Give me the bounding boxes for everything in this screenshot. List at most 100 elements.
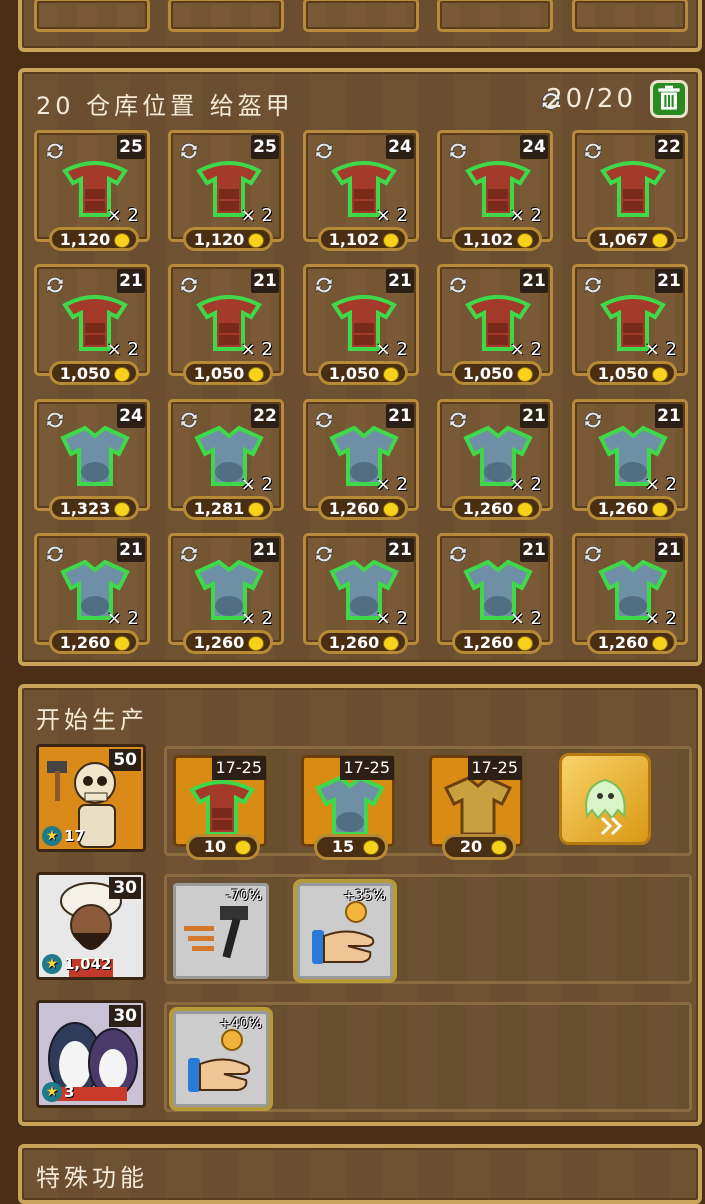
ghost-skip-button[interactable] <box>559 753 651 845</box>
price-value: 1,050 <box>462 364 514 383</box>
boost-percentage: +40% <box>219 1016 262 1032</box>
boost-card[interactable]: +35% <box>293 879 397 983</box>
previous-panel <box>18 0 702 52</box>
item-quantity: × 2 <box>106 608 139 629</box>
boost-card[interactable]: +40% <box>169 1007 273 1111</box>
price-value: 1,260 <box>462 499 514 518</box>
ghost-fast-forward-icon <box>585 778 626 836</box>
empty-slot[interactable] <box>168 0 284 32</box>
storage-slot[interactable]: 21 × 2 1,260 <box>303 399 419 520</box>
storage-slot[interactable]: 21 × 2 1,050 <box>437 264 553 385</box>
item-level: 21 <box>251 538 279 562</box>
sell-price[interactable]: 1,102 <box>318 227 408 251</box>
boost-card[interactable]: -70% <box>173 883 269 979</box>
storage-slot[interactable]: 21 × 2 1,260 <box>572 533 688 654</box>
sell-price[interactable]: 1,050 <box>318 361 408 385</box>
worker-stat-value: 3 <box>64 1083 75 1101</box>
sell-price[interactable]: 1,260 <box>452 496 542 520</box>
coin-icon <box>383 636 399 651</box>
worker-stat-value: 1,042 <box>64 955 112 973</box>
boost-track: +40% <box>164 1002 692 1112</box>
worker-level: 50 <box>109 749 141 771</box>
empty-slot[interactable] <box>303 0 419 32</box>
coin-icon <box>652 636 668 651</box>
price-value: 1,260 <box>462 633 514 652</box>
item-level: 22 <box>251 404 279 428</box>
star-icon: ★ <box>42 954 62 974</box>
storage-slot[interactable]: 21 × 2 1,050 <box>572 264 688 385</box>
sell-price[interactable]: 1,050 <box>452 361 542 385</box>
recipe-gold-armor[interactable]: 17-25 20 <box>429 755 523 860</box>
recipe-leather-armor[interactable]: 17-25 10 <box>173 755 267 860</box>
recipe-steel-armor[interactable]: 17-25 15 <box>301 755 395 860</box>
item-level: 21 <box>520 404 548 428</box>
storage-slot[interactable]: 21 × 2 1,050 <box>303 264 419 385</box>
coin-icon <box>652 233 668 248</box>
sell-price[interactable]: 1,281 <box>183 496 273 520</box>
production-panel: 开始生产 50 ★17 17-251017-251517-2520 <box>18 684 702 1126</box>
sell-price[interactable]: 1,323 <box>49 496 139 520</box>
storage-slot[interactable]: 24 × 2 1,102 <box>303 130 419 251</box>
item-level: 21 <box>655 404 683 428</box>
item-level: 25 <box>251 135 279 159</box>
sell-price[interactable]: 1,067 <box>587 227 677 251</box>
sell-price[interactable]: 1,102 <box>452 227 542 251</box>
recipe-level-range: 17-25 <box>467 756 522 780</box>
storage-slot[interactable]: 21 × 2 1,260 <box>437 533 553 654</box>
storage-slot[interactable]: 22 × 2 1,281 <box>168 399 284 520</box>
item-level: 22 <box>655 135 683 159</box>
price-value: 1,260 <box>597 499 649 518</box>
sell-price[interactable]: 1,260 <box>318 630 408 654</box>
storage-slot[interactable]: 25 × 2 1,120 <box>168 130 284 251</box>
item-level: 21 <box>117 538 145 562</box>
worker-penguins[interactable]: 30 ★ 3 <box>36 1000 146 1108</box>
sell-price[interactable]: 1,260 <box>183 630 273 654</box>
empty-slot[interactable] <box>437 0 553 32</box>
item-quantity: × 2 <box>509 205 542 226</box>
sell-price[interactable]: 1,260 <box>49 630 139 654</box>
item-level: 24 <box>520 135 548 159</box>
price-value: 1,260 <box>328 499 380 518</box>
empty-slot[interactable] <box>572 0 688 32</box>
sell-price[interactable]: 1,260 <box>587 496 677 520</box>
price-value: 1,067 <box>597 230 649 249</box>
recipe-cost-value: 15 <box>331 837 355 856</box>
storage-slot[interactable]: 21 × 2 1,260 <box>34 533 150 654</box>
storage-slot[interactable]: 24 1,323 <box>34 399 150 520</box>
sell-price[interactable]: 1,120 <box>49 227 139 251</box>
coin-icon <box>517 233 533 248</box>
storage-slot[interactable]: 21 × 2 1,260 <box>303 533 419 654</box>
sell-price[interactable]: 1,120 <box>183 227 273 251</box>
price-value: 1,050 <box>597 364 649 383</box>
coin-icon <box>652 502 668 517</box>
worker-stat-value: 17 <box>64 827 85 845</box>
coin-icon <box>248 502 264 517</box>
storage-slot[interactable]: 21 × 2 1,050 <box>34 264 150 385</box>
recipe-level-range: 17-25 <box>211 756 266 780</box>
item-quantity: × 2 <box>644 474 677 495</box>
sell-price[interactable]: 1,050 <box>49 361 139 385</box>
price-value: 1,260 <box>328 633 380 652</box>
leather-armor-icon <box>600 161 666 217</box>
storage-slot[interactable]: 21 × 2 1,260 <box>437 399 553 520</box>
worker-skeleton[interactable]: 50 ★ 17 <box>36 744 146 852</box>
storage-slot[interactable]: 25 × 2 1,120 <box>34 130 150 251</box>
worker-level: 30 <box>109 877 141 899</box>
sell-price[interactable]: 1,050 <box>587 361 677 385</box>
item-quantity: × 2 <box>375 608 408 629</box>
sell-price[interactable]: 1,260 <box>318 496 408 520</box>
empty-slot[interactable] <box>34 0 150 32</box>
storage-slot[interactable]: 21 × 2 1,260 <box>168 533 284 654</box>
item-quantity: × 2 <box>375 339 408 360</box>
storage-slot[interactable]: 24 × 2 1,102 <box>437 130 553 251</box>
trash-button[interactable] <box>650 80 688 118</box>
storage-slot[interactable]: 21 × 2 1,050 <box>168 264 284 385</box>
storage-slot[interactable]: 21 × 2 1,260 <box>572 399 688 520</box>
storage-slot[interactable]: 22 1,067 <box>572 130 688 251</box>
sell-price[interactable]: 1,260 <box>452 630 542 654</box>
worker-merchant[interactable]: 30 ★ 1,042 <box>36 872 146 980</box>
item-level: 24 <box>117 404 145 428</box>
sell-price[interactable]: 1,050 <box>183 361 273 385</box>
sell-price[interactable]: 1,260 <box>587 630 677 654</box>
price-value: 1,120 <box>193 230 245 249</box>
